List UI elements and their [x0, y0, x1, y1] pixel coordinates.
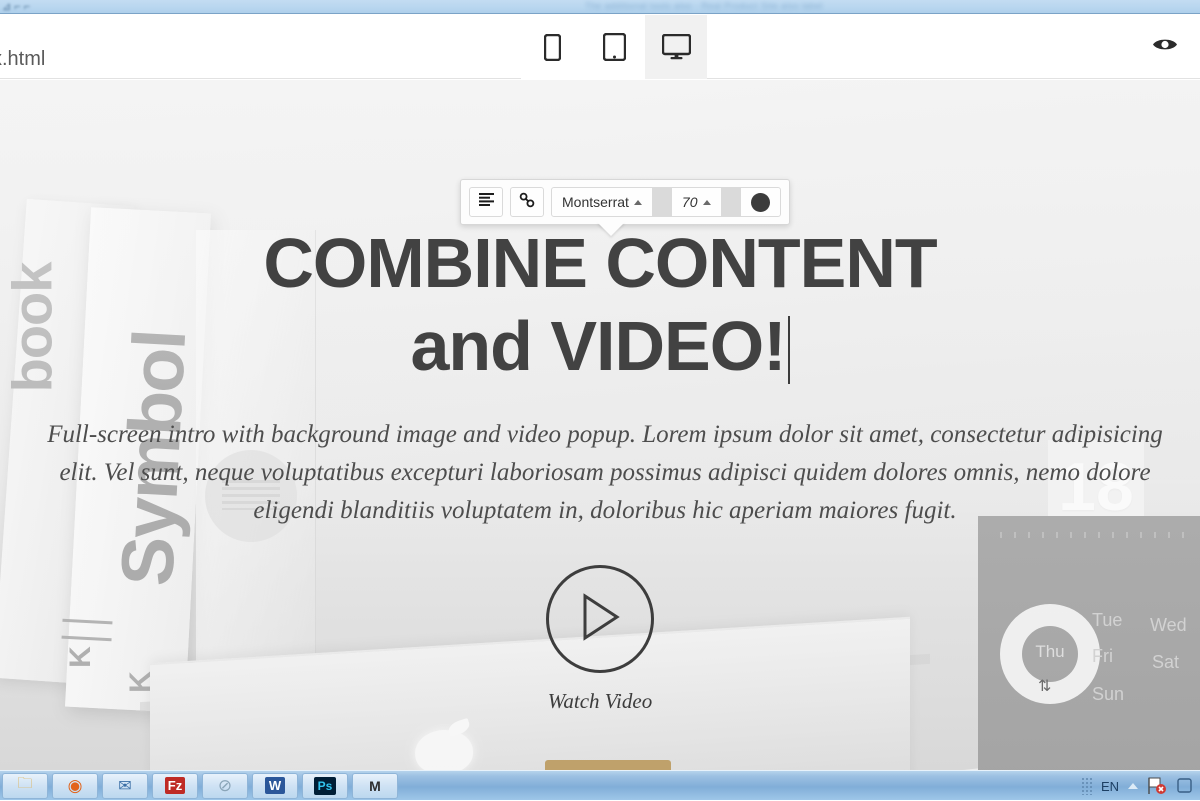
- hero-title-line-2-wrap: and VIDEO!: [0, 305, 1200, 388]
- align-button[interactable]: [469, 187, 503, 217]
- taskbar-item-mobirise[interactable]: M: [352, 773, 398, 799]
- preview-button[interactable]: [1152, 37, 1178, 58]
- taskbar-item-explorer[interactable]: 🗀: [2, 773, 48, 799]
- text-color-picker[interactable]: [741, 188, 780, 216]
- device-button-desktop[interactable]: [645, 15, 707, 79]
- folder-icon: 🗀: [17, 773, 32, 798]
- language-indicator[interactable]: EN: [1101, 779, 1119, 794]
- taskbar-item-firefox[interactable]: ◉: [52, 773, 98, 799]
- hero-paragraph[interactable]: Full-screen intro with background image …: [30, 416, 1180, 530]
- toolbar-pointer-caret: [597, 222, 625, 236]
- font-size-dropdown[interactable]: 70: [672, 188, 721, 216]
- hero-title[interactable]: COMBINE CONTENT and VIDEO!: [0, 222, 1200, 387]
- tablet-icon: [603, 33, 626, 61]
- photoshop-icon: Ps: [314, 777, 337, 795]
- phone-icon: [544, 34, 561, 61]
- font-size-value: 70: [682, 194, 698, 210]
- firefox-icon: ◉: [68, 776, 83, 796]
- builder-top-toolbar: x.html: [0, 15, 1200, 79]
- tray-icon[interactable]: [1176, 777, 1196, 795]
- text-cursor-caret: [788, 316, 790, 384]
- align-list-icon: [479, 193, 494, 211]
- page-filename-label: x.html: [0, 48, 45, 71]
- toolbar-divider-2: [721, 188, 741, 216]
- color-swatch-icon: [751, 193, 770, 212]
- typography-group: Montserrat 70: [551, 187, 781, 217]
- desktop-icon: [662, 34, 691, 60]
- taskbar-item-thunderbird[interactable]: ✉: [102, 773, 148, 799]
- filezilla-icon: Fz: [165, 777, 185, 794]
- device-button-tablet[interactable]: [583, 15, 645, 79]
- link-button[interactable]: [510, 187, 544, 217]
- titlebar-blurred-title: The additional tools also - Real Product…: [585, 1, 823, 11]
- windows-taskbar: 🗀 ◉ ✉ Fz ⊘ W Ps M EN: [0, 770, 1200, 800]
- titlebar-left-glyph: ⊿ ⌐ ⌐: [2, 0, 30, 13]
- eye-icon: [1152, 40, 1178, 57]
- font-family-dropdown[interactable]: Montserrat: [552, 188, 652, 216]
- taskbar-item-photoshop[interactable]: Ps: [302, 773, 348, 799]
- play-triangle-icon: [579, 593, 621, 646]
- taskbar-item-filezilla[interactable]: Fz: [152, 773, 198, 799]
- device-button-mobile[interactable]: [521, 15, 583, 79]
- link-icon: [519, 192, 535, 213]
- page-canvas[interactable]: Symbol book K K 18 Thu ⇅ Tue Wed Fri Sat…: [0, 80, 1200, 770]
- taskbar-item-word[interactable]: W: [252, 773, 298, 799]
- more-button[interactable]: MORE: [545, 760, 671, 770]
- flag-error-icon[interactable]: [1147, 777, 1167, 795]
- word-icon: W: [265, 777, 285, 794]
- chevron-up-icon: [703, 200, 711, 205]
- chevron-up-icon[interactable]: [1128, 783, 1138, 789]
- chevron-up-icon: [634, 200, 642, 205]
- hero-title-line-2: and VIDEO!: [410, 307, 785, 385]
- thunderbird-icon: ✉: [118, 776, 131, 796]
- toolbar-divider-1: [652, 188, 672, 216]
- watch-video-label: Watch Video: [0, 689, 1200, 714]
- system-tray: EN: [1081, 771, 1196, 801]
- watch-video-block[interactable]: Watch Video: [0, 565, 1200, 714]
- skype-muted-icon: ⊘: [218, 776, 232, 796]
- text-format-toolbar[interactable]: Montserrat 70: [460, 179, 790, 225]
- os-window-titlebar: ⊿ ⌐ ⌐ The additional tools also - Real P…: [0, 0, 1200, 14]
- font-family-value: Montserrat: [562, 194, 629, 210]
- mobirise-icon: M: [369, 778, 381, 794]
- taskbar-item-skype[interactable]: ⊘: [202, 773, 248, 799]
- play-button[interactable]: [546, 565, 654, 673]
- tray-grip-icon: [1081, 777, 1092, 795]
- device-preview-switcher: [521, 15, 707, 79]
